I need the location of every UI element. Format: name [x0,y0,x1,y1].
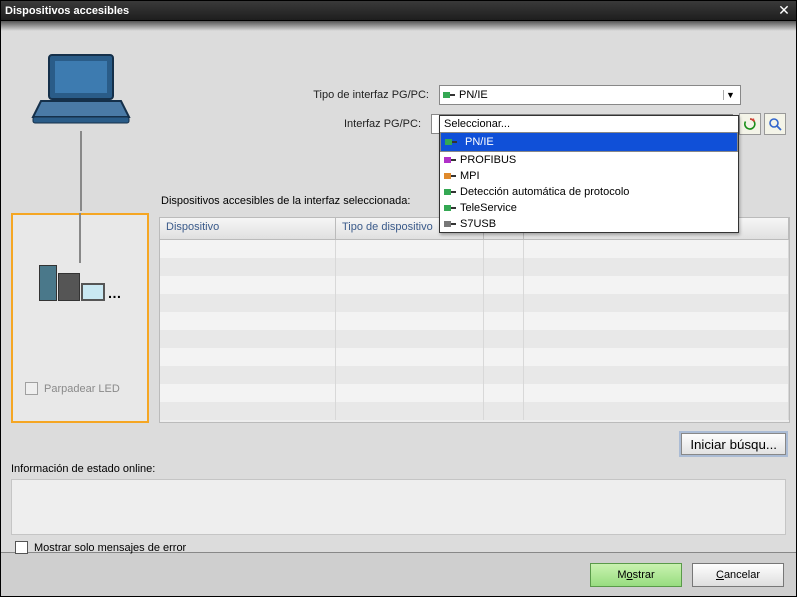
dropdown-option[interactable]: Detección automática de protocolo [440,184,738,200]
table-row[interactable] [160,366,789,384]
dropdown-option[interactable]: MPI [440,168,738,184]
content: … Parpadear LED Tipo de interfaz PG/PC: … [1,31,796,552]
connection-line-in [79,213,81,263]
start-search-button[interactable]: Iniciar búsqu... [681,433,786,455]
dropdown-option[interactable]: TeleService [440,200,738,216]
gradient-strip [1,21,796,31]
table-row[interactable] [160,258,789,276]
show-button[interactable]: Mostrar [590,563,682,587]
device-frame: … Parpadear LED [11,213,149,423]
properties-button[interactable] [764,113,786,135]
search-properties-icon [768,117,782,131]
left-column [11,51,151,221]
laptop-illustration [11,51,151,221]
interface-type-dropdown[interactable]: Seleccionar... PN/IEPROFIBUSMPIDetección… [439,115,739,233]
dropdown-header: Seleccionar... [440,116,738,132]
status-box [11,479,786,535]
dropdown-option[interactable]: PN/IE [440,132,738,152]
interface-icon [444,202,456,214]
hmi-icon [81,283,105,301]
table-row[interactable] [160,240,789,258]
blink-led-row: Parpadear LED [25,382,120,395]
errors-only-checkbox[interactable] [15,541,28,554]
pc-icon [58,273,80,301]
table-row[interactable] [160,312,789,330]
dialog-window: Dispositivos accesibles ✕ … [0,0,797,597]
plc-icon [39,265,57,301]
laptop-icon [31,51,131,131]
connection-line [80,131,82,211]
interface-type-select[interactable]: PN/IE ▼ [439,85,741,105]
errors-only-row: Mostrar solo mensajes de error [15,541,186,554]
table-row[interactable] [160,384,789,402]
devices-table: Dispositivo Tipo de dispositivo Tipo [159,217,790,423]
devices-list-label: Dispositivos accesibles de la interfaz s… [161,195,410,207]
interface-icon [444,218,456,230]
close-icon[interactable]: ✕ [776,3,792,19]
table-body [160,240,789,420]
blink-led-label: Parpadear LED [44,383,120,395]
titlebar: Dispositivos accesibles ✕ [1,1,796,21]
refresh-button[interactable] [739,113,761,135]
more-dots-icon: … [108,285,122,301]
interface-icon [444,170,456,182]
interface-icon [444,186,456,198]
interface-icon [445,136,457,148]
chevron-down-icon[interactable]: ▼ [723,90,737,100]
interface-icon [444,154,456,166]
table-row[interactable] [160,402,789,420]
dropdown-option[interactable]: S7USB [440,216,738,232]
interface-type-label: Tipo de interfaz PG/PC: [161,89,439,101]
errors-only-label: Mostrar solo mensajes de error [34,542,186,554]
devices-icon: … [39,265,122,301]
row-interface-type: Tipo de interfaz PG/PC: PN/IE ▼ [161,85,786,105]
table-row[interactable] [160,330,789,348]
window-title: Dispositivos accesibles [5,5,776,17]
interface-type-value: PN/IE [459,89,723,101]
footer: Mostrar Cancelar [1,552,796,596]
refresh-icon [743,117,757,131]
table-row[interactable] [160,276,789,294]
interface-tool-buttons [739,113,786,135]
status-label: Información de estado online: [11,463,155,475]
col-device[interactable]: Dispositivo [160,218,336,240]
dropdown-option[interactable]: PROFIBUS [440,152,738,168]
table-row[interactable] [160,294,789,312]
interface-label: Interfaz PG/PC: [161,118,431,130]
network-icon [443,89,455,101]
blink-led-checkbox[interactable] [25,382,38,395]
cancel-button[interactable]: Cancelar [692,563,784,587]
table-row[interactable] [160,348,789,366]
